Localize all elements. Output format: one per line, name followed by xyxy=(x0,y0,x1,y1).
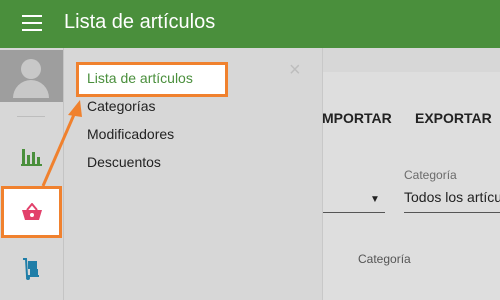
user-avatar-icon[interactable] xyxy=(0,50,63,102)
close-icon[interactable]: × xyxy=(289,60,301,80)
app-bar: Lista de artículos xyxy=(0,0,500,48)
category-filter-underline xyxy=(404,212,500,213)
rail-divider xyxy=(17,116,45,117)
avatar-head xyxy=(21,59,41,79)
category-filter-label: Categoría xyxy=(404,168,457,182)
avatar-body xyxy=(13,80,49,98)
hand-truck-icon[interactable] xyxy=(21,258,41,280)
category-filter-select[interactable]: Todos los artícu xyxy=(404,189,500,205)
column-header-category[interactable]: Categoría xyxy=(358,252,411,266)
page-title: Lista de artículos xyxy=(64,11,216,33)
hamburger-menu-icon[interactable] xyxy=(22,15,42,33)
export-button[interactable]: EXPORTAR xyxy=(415,110,492,126)
filter-underline xyxy=(322,212,385,213)
drawer-item-modificadores[interactable]: Modificadores xyxy=(87,126,174,142)
items-nav-button[interactable] xyxy=(1,186,62,238)
drawer-item-descuentos[interactable]: Descuentos xyxy=(87,154,161,170)
drawer-item-lista-articulos[interactable]: Lista de artículos xyxy=(87,70,193,86)
content-panel xyxy=(323,72,500,300)
dropdown-arrow-icon[interactable]: ▼ xyxy=(370,194,380,205)
bar-chart-icon[interactable] xyxy=(21,146,43,166)
import-button[interactable]: MPORTAR xyxy=(322,110,392,126)
drawer-item-categorias[interactable]: Categorías xyxy=(87,98,155,114)
basket-icon xyxy=(22,203,42,220)
